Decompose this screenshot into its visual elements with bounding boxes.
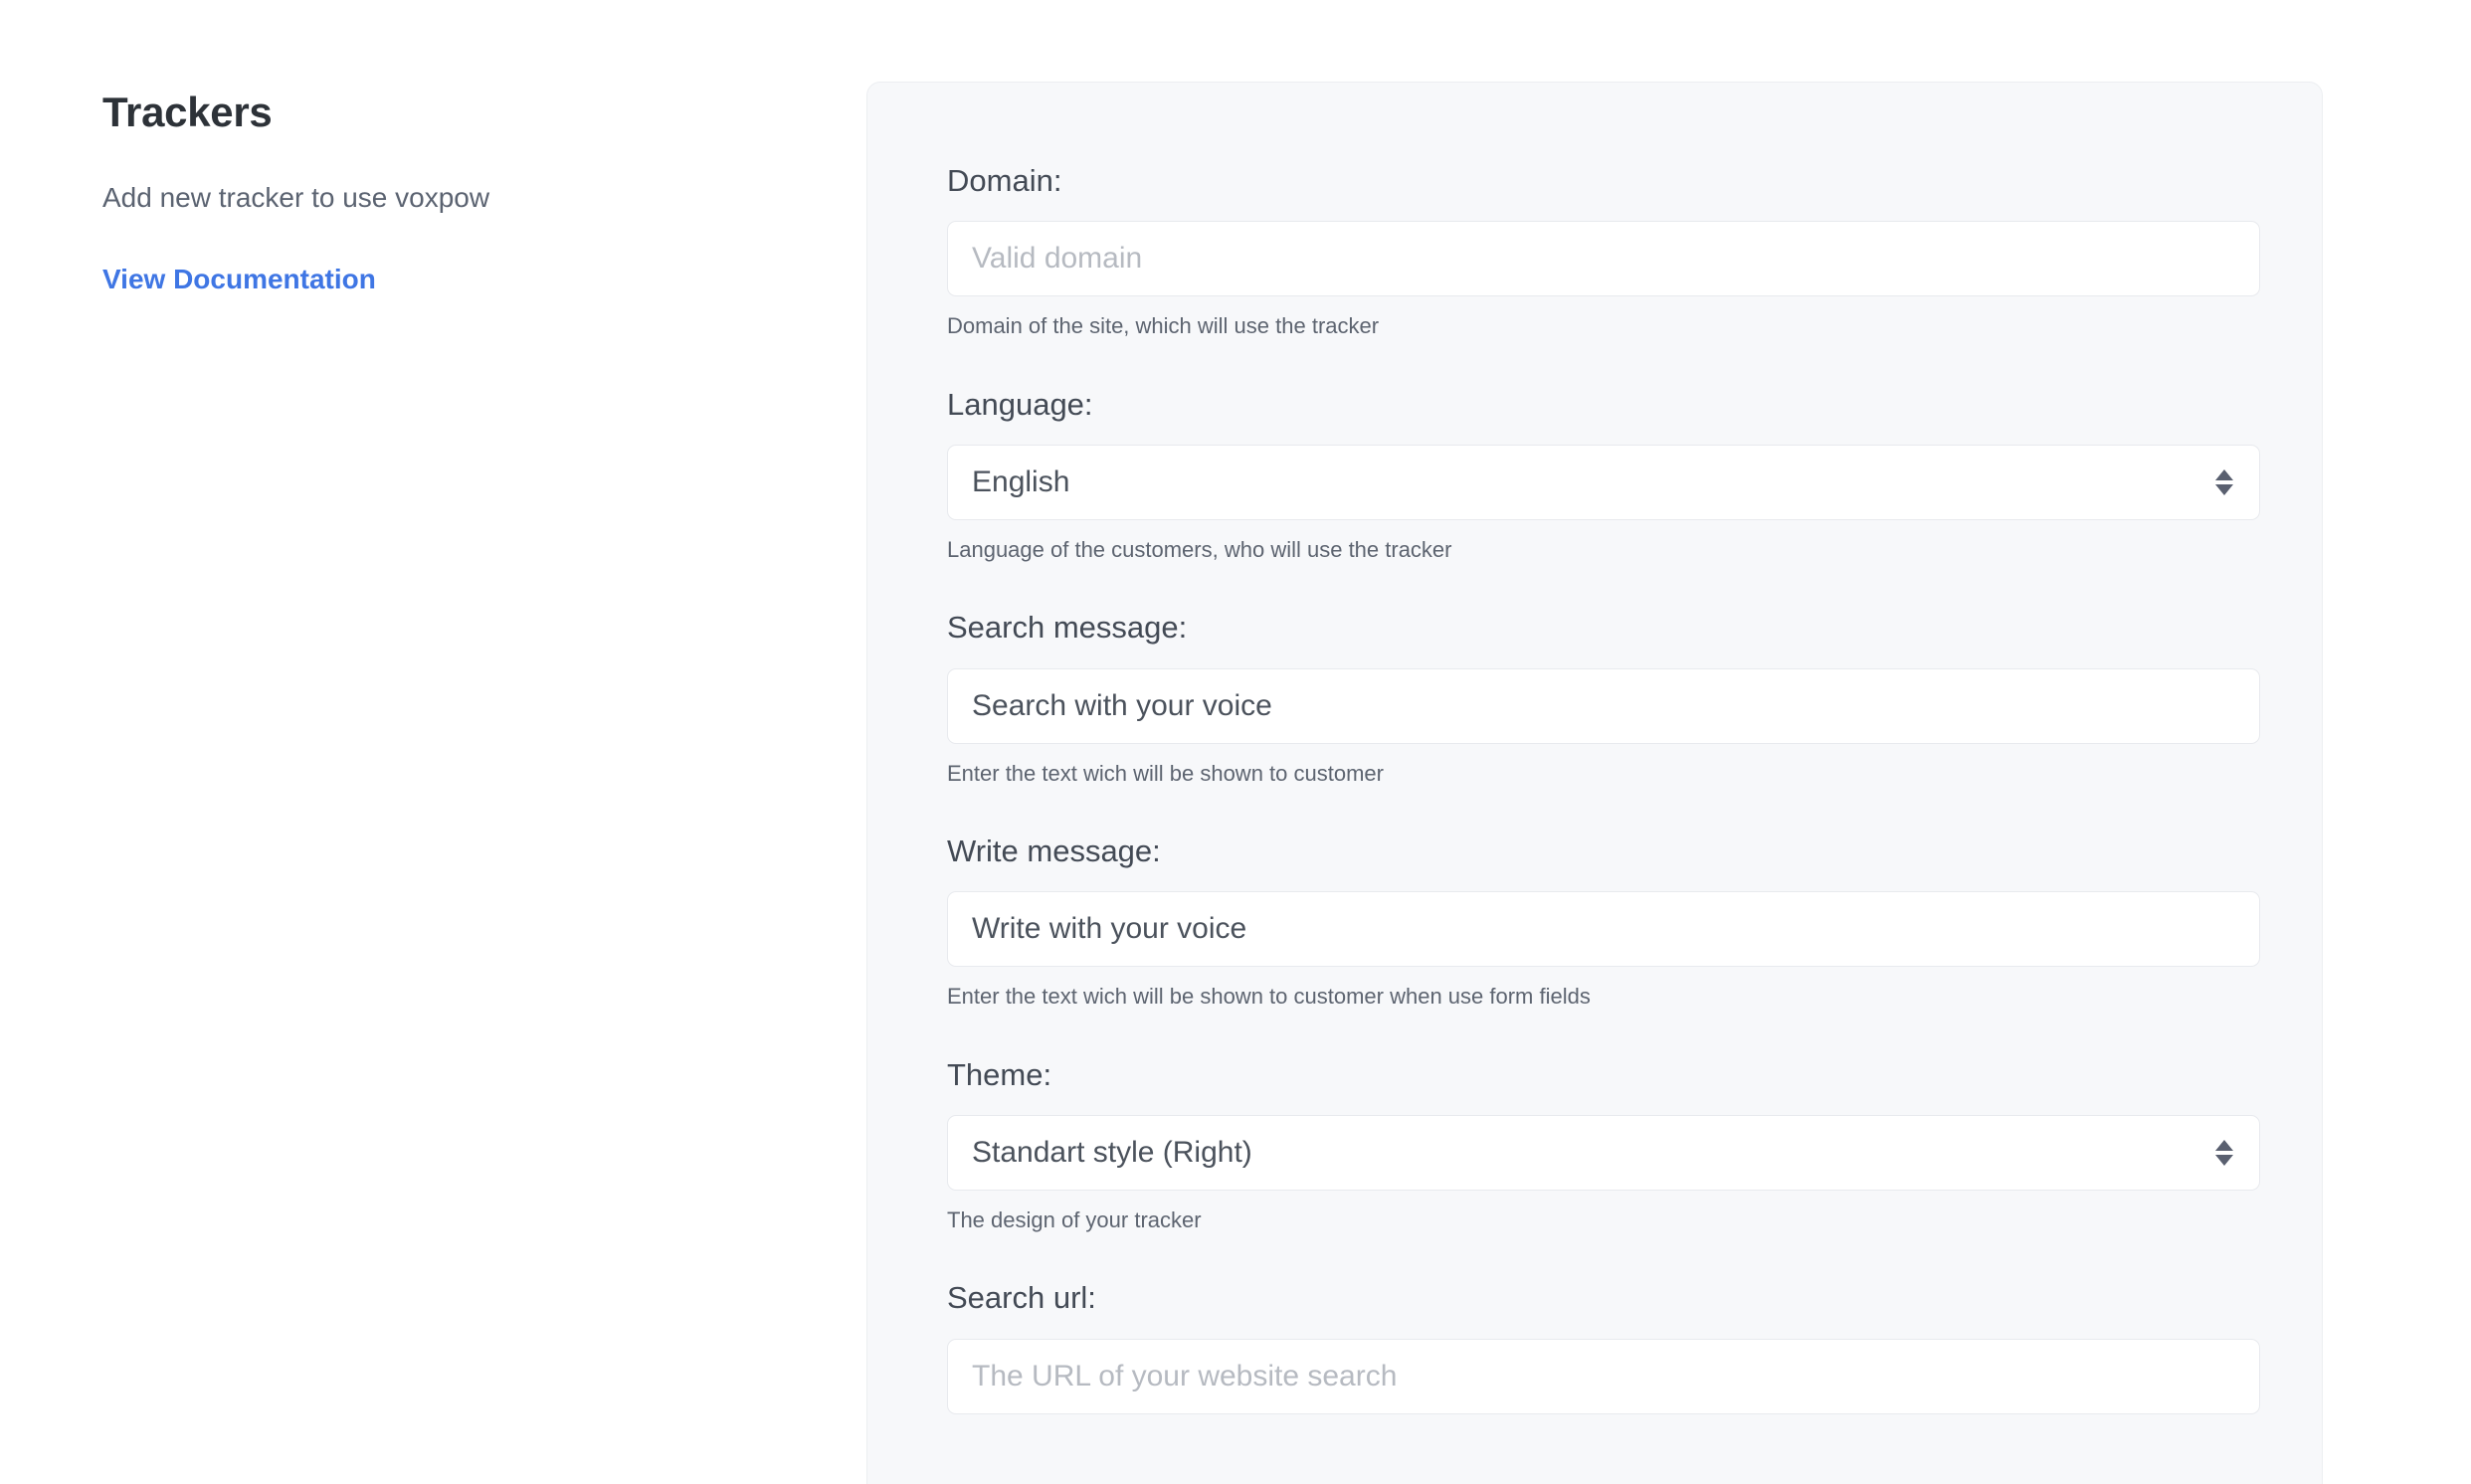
chevron-updown-icon	[2215, 468, 2233, 495]
search-url-input[interactable]: The URL of your website search	[947, 1338, 2260, 1414]
chevron-updown-icon	[2215, 1139, 2233, 1166]
search-message-input[interactable]: Search with your voice	[947, 667, 2260, 744]
field-label-search-url: Search url:	[947, 1280, 1096, 1316]
search-message-input-value: Search with your voice	[972, 690, 1272, 721]
write-message-input[interactable]: Write with your voice	[947, 891, 2260, 968]
tracker-form-card: Domain: Valid domain Domain of the site,…	[866, 82, 2323, 1484]
field-search-message: Search message: Search with your voice E…	[947, 609, 2260, 787]
field-label-theme: Theme:	[947, 1056, 1052, 1092]
page-intro-sidebar: Trackers Add new tracker to use voxpow V…	[102, 89, 799, 296]
view-documentation-link[interactable]: View Documentation	[102, 263, 376, 296]
page-title: Trackers	[102, 89, 273, 135]
field-theme: Theme: Standart style (Right) The design…	[947, 1056, 2260, 1234]
field-write-message: Write message: Write with your voice Ent…	[947, 833, 2260, 1011]
field-label-write-message: Write message:	[947, 834, 1161, 869]
field-helper-theme: The design of your tracker	[947, 1206, 1202, 1232]
search-url-input-placeholder: The URL of your website search	[972, 1361, 1398, 1391]
field-search-url: Search url: The URL of your website sear…	[947, 1279, 2260, 1414]
field-label-domain: Domain:	[947, 163, 1062, 198]
field-helper-write-message: Enter the text wich will be shown to cus…	[947, 984, 1591, 1010]
theme-select-value: Standart style (Right)	[972, 1137, 1252, 1168]
domain-input[interactable]: Valid domain	[947, 221, 2260, 297]
field-label-search-message: Search message:	[947, 610, 1188, 646]
trackers-page: Trackers Add new tracker to use voxpow V…	[0, 0, 2471, 1484]
field-helper-search-message: Enter the text wich will be shown to cus…	[947, 760, 1384, 786]
language-select[interactable]: English	[947, 444, 2260, 520]
language-select-value: English	[972, 466, 1070, 497]
field-language: Language: English Language of the custom…	[947, 386, 2260, 564]
theme-select[interactable]: Standart style (Right)	[947, 1114, 2260, 1191]
write-message-input-value: Write with your voice	[972, 914, 1247, 945]
field-label-language: Language:	[947, 386, 1093, 422]
tracker-form: Domain: Valid domain Domain of the site,…	[867, 83, 2322, 1414]
field-helper-language: Language of the customers, who will use …	[947, 536, 1452, 562]
field-domain: Domain: Valid domain Domain of the site,…	[947, 162, 2260, 340]
page-subtitle: Add new tracker to use voxpow	[102, 182, 490, 214]
field-helper-domain: Domain of the site, which will use the t…	[947, 313, 1380, 339]
domain-input-placeholder: Valid domain	[972, 244, 1143, 275]
